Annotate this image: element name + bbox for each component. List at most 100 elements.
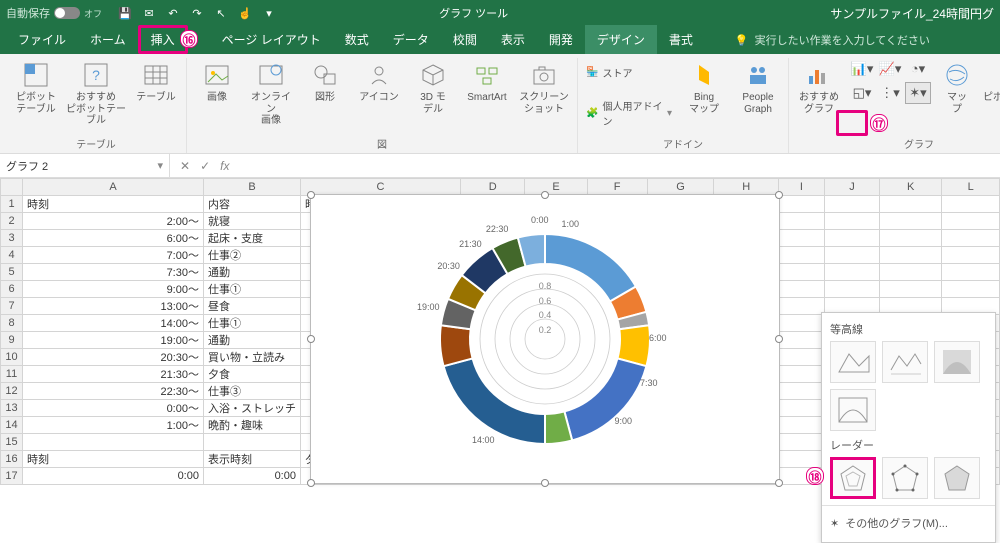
chart-stat-button[interactable]: ⋮▾ — [877, 82, 903, 104]
save-icon[interactable]: 💾 — [116, 7, 134, 20]
pivot-table-button[interactable]: ピボットテーブル — [12, 58, 60, 115]
cell[interactable]: 1:00～ — [23, 417, 204, 434]
picture-button[interactable]: 画像 — [193, 58, 241, 104]
enter-icon[interactable]: ✓ — [200, 159, 210, 173]
online-picture-button[interactable]: オンライン画像 — [247, 58, 295, 127]
cell[interactable] — [778, 332, 824, 349]
smartart-button[interactable]: SmartArt — [463, 58, 511, 104]
resize-handle[interactable] — [307, 479, 315, 487]
cell[interactable]: 内容 — [203, 196, 300, 213]
cell[interactable]: 0:00 — [23, 468, 204, 485]
tab-formulas[interactable]: 数式 — [333, 25, 381, 54]
email-icon[interactable]: ✉ — [140, 7, 158, 20]
cell[interactable]: 入浴・ストレッチ — [203, 400, 300, 417]
cell[interactable]: 9:00～ — [23, 281, 204, 298]
resize-handle[interactable] — [541, 191, 549, 199]
col-header[interactable]: L — [942, 179, 1000, 196]
table-button[interactable]: テーブル — [132, 58, 180, 104]
cell[interactable]: 14:00～ — [23, 315, 204, 332]
cell[interactable]: 表示時刻 — [203, 451, 300, 468]
cell[interactable] — [778, 298, 824, 315]
col-header[interactable]: F — [587, 179, 647, 196]
radar-markers-thumb[interactable] — [882, 457, 928, 499]
cell[interactable]: 買い物・立読み — [203, 349, 300, 366]
undo-icon[interactable]: ↶ — [164, 7, 182, 20]
col-header[interactable]: B — [203, 179, 300, 196]
cell[interactable]: 2:00～ — [23, 213, 204, 230]
col-header[interactable]: A — [23, 179, 204, 196]
cell[interactable] — [824, 230, 879, 247]
cell[interactable]: 0:00～ — [23, 400, 204, 417]
cell[interactable]: 21:30～ — [23, 366, 204, 383]
tab-data[interactable]: データ — [381, 25, 441, 54]
row-header[interactable]: 3 — [1, 230, 23, 247]
cell[interactable] — [778, 383, 824, 400]
radar-thumb[interactable] — [830, 457, 876, 499]
contour-3d-thumb[interactable] — [830, 341, 876, 383]
cell[interactable] — [203, 434, 300, 451]
cell[interactable] — [880, 264, 942, 281]
row-header[interactable]: 5 — [1, 264, 23, 281]
cell[interactable]: 通勤 — [203, 264, 300, 281]
recommend-pivot-button[interactable]: ? おすすめピボットテーブル — [66, 58, 126, 127]
tab-review[interactable]: 校閲 — [441, 25, 489, 54]
cell[interactable] — [824, 247, 879, 264]
cell[interactable] — [778, 315, 824, 332]
cell[interactable] — [880, 247, 942, 264]
cell[interactable]: 昼食 — [203, 298, 300, 315]
col-header[interactable]: G — [647, 179, 714, 196]
contour-wire-thumb[interactable] — [882, 341, 928, 383]
cell[interactable] — [778, 451, 824, 468]
cell[interactable] — [778, 366, 824, 383]
resize-handle[interactable] — [775, 335, 783, 343]
cell[interactable] — [942, 264, 1000, 281]
chart-column-button[interactable]: 📊▾ — [849, 58, 875, 80]
cell[interactable]: 0:00 — [203, 468, 300, 485]
pivotchart-button[interactable]: ピボットグラフ — [983, 58, 1000, 115]
cell[interactable]: 夕食 — [203, 366, 300, 383]
cell[interactable]: 19:00～ — [23, 332, 204, 349]
cell[interactable]: 起床・支度 — [203, 230, 300, 247]
cell[interactable] — [880, 281, 942, 298]
resize-handle[interactable] — [307, 335, 315, 343]
shapes-button[interactable]: 図形 — [301, 58, 349, 104]
cell[interactable] — [778, 230, 824, 247]
formula-input[interactable] — [239, 154, 1000, 177]
col-header[interactable]: K — [880, 179, 942, 196]
cell[interactable] — [824, 213, 879, 230]
cell[interactable]: 仕事③ — [203, 383, 300, 400]
col-header[interactable]: H — [714, 179, 779, 196]
row-header[interactable]: 1 — [1, 196, 23, 213]
cell[interactable]: 晩酌・趣味 — [203, 417, 300, 434]
other-charts-item[interactable]: ✶ その他のグラフ(M)... — [828, 510, 989, 536]
cell[interactable]: 仕事① — [203, 315, 300, 332]
cell[interactable] — [778, 349, 824, 366]
cell[interactable] — [778, 400, 824, 417]
cell[interactable] — [880, 196, 942, 213]
3dmodel-button[interactable]: 3D モデル — [409, 58, 457, 115]
col-header[interactable]: J — [824, 179, 879, 196]
cell[interactable] — [880, 230, 942, 247]
cursor-icon[interactable]: ↖ — [212, 7, 230, 20]
qat-more-icon[interactable]: ▾ — [260, 7, 278, 20]
cell[interactable] — [942, 281, 1000, 298]
cell[interactable] — [880, 213, 942, 230]
people-graph-button[interactable]: PeopleGraph — [734, 58, 782, 115]
cell[interactable] — [824, 264, 879, 281]
cell[interactable] — [942, 247, 1000, 264]
row-header[interactable]: 14 — [1, 417, 23, 434]
resize-handle[interactable] — [775, 479, 783, 487]
select-all-corner[interactable] — [1, 179, 23, 196]
chart-surface-radar-button[interactable]: ✶▾ — [905, 82, 931, 104]
myaddins-button[interactable]: 🧩個人用アドイン▾ — [584, 97, 674, 129]
row-header[interactable]: 2 — [1, 213, 23, 230]
row-header[interactable]: 6 — [1, 281, 23, 298]
contour-top-thumb[interactable] — [934, 341, 980, 383]
fx-icon[interactable]: fx — [220, 159, 229, 173]
cell[interactable] — [942, 230, 1000, 247]
tab-file[interactable]: ファイル — [6, 25, 78, 54]
tab-view[interactable]: 表示 — [489, 25, 537, 54]
cell[interactable]: 通勤 — [203, 332, 300, 349]
cell[interactable]: 22:30～ — [23, 383, 204, 400]
cell[interactable] — [824, 281, 879, 298]
